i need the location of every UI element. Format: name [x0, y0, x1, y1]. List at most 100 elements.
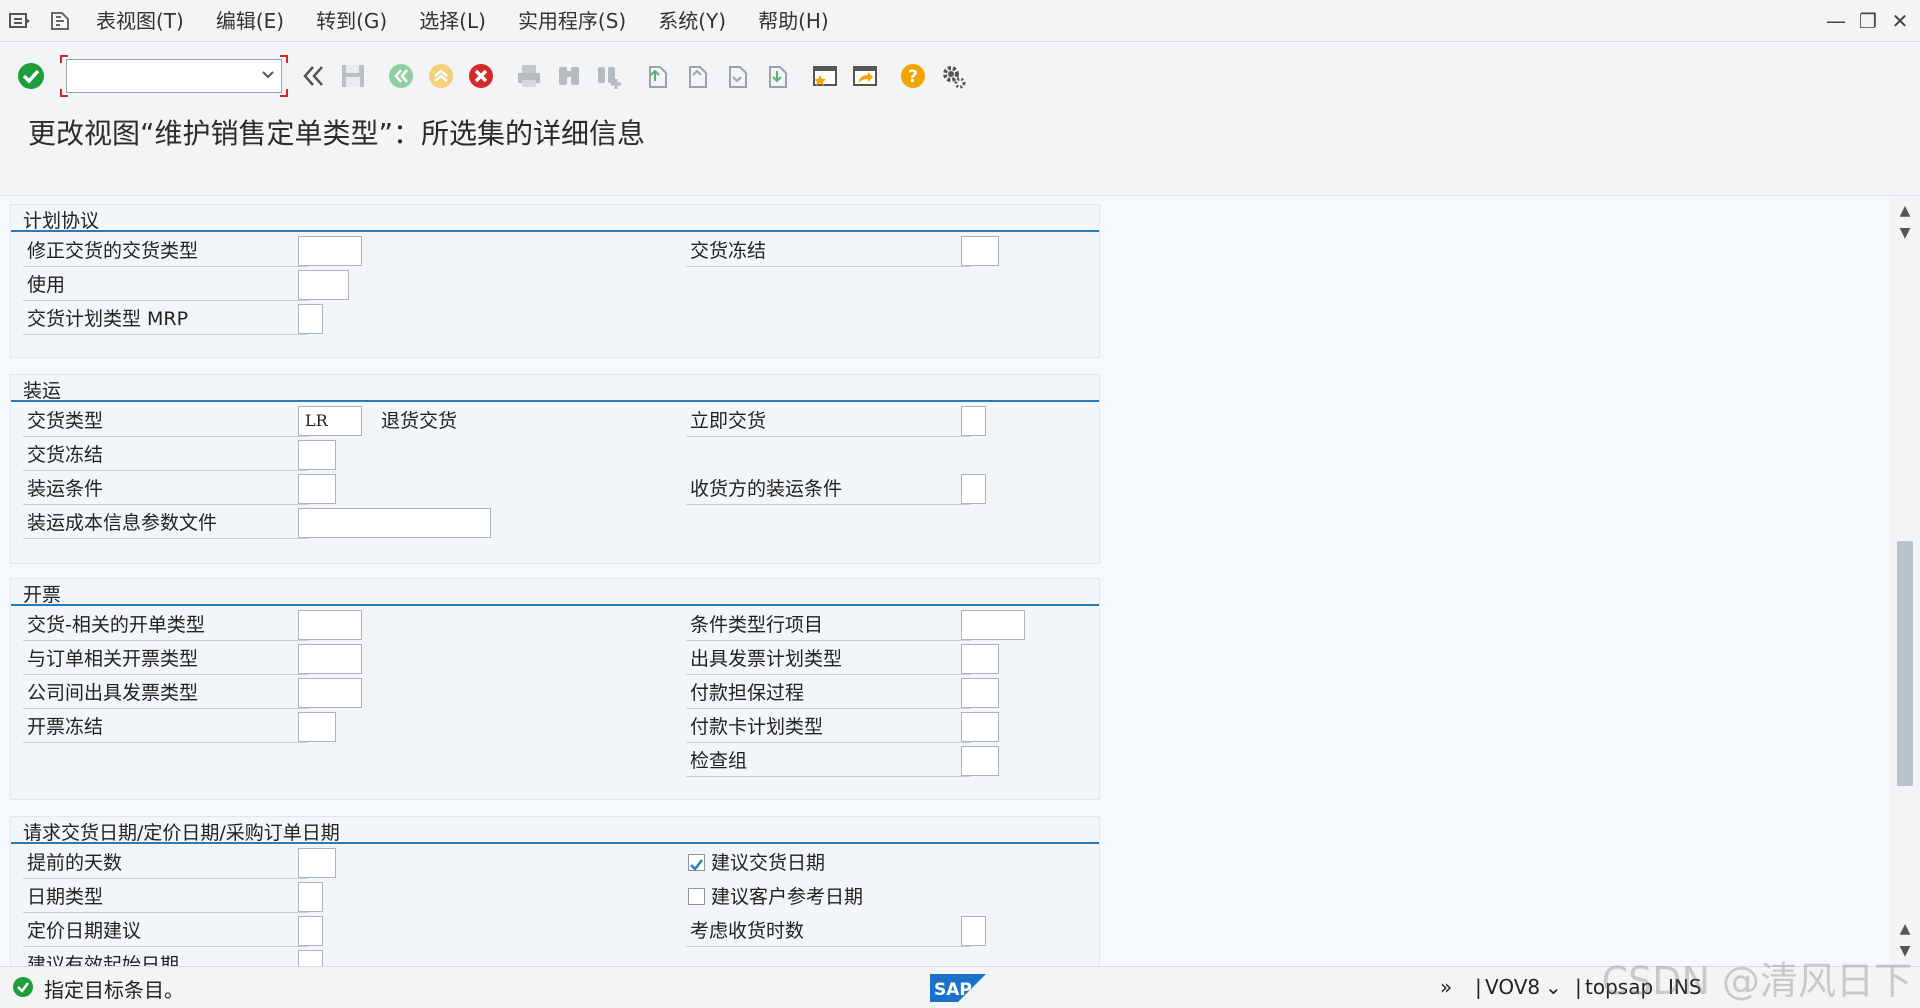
- menu-selection[interactable]: 选择(L): [403, 0, 502, 42]
- svg-text:SAP: SAP: [934, 980, 972, 1000]
- ship-to-shipping-conditions-input[interactable]: [961, 474, 986, 504]
- field-label: 交货类型: [23, 405, 308, 437]
- billing-block-input[interactable]: [298, 712, 336, 742]
- lead-time-days-input[interactable]: [298, 848, 336, 878]
- chevron-down-icon[interactable]: ⌄: [1545, 975, 1562, 999]
- settings-icon[interactable]: [934, 57, 972, 95]
- prev-page-icon[interactable]: [678, 57, 716, 95]
- back-icon[interactable]: [382, 57, 420, 95]
- shipping-cost-profile-input[interactable]: [298, 508, 491, 538]
- chevron-down-icon[interactable]: [260, 64, 276, 86]
- shipping-conditions-input[interactable]: [298, 474, 336, 504]
- sap-menu-icon[interactable]: [40, 0, 80, 42]
- minimize-icon[interactable]: —: [1824, 9, 1848, 33]
- transaction-code[interactable]: VOV8: [1485, 975, 1540, 999]
- intercompany-billing-type-input[interactable]: [298, 678, 362, 708]
- shortcut-icon[interactable]: [846, 57, 884, 95]
- menu-goto[interactable]: 转到(G): [300, 0, 403, 42]
- scroll-up-icon[interactable]: ▲: [1896, 202, 1914, 220]
- delivery-type-description: 退货交货: [381, 410, 458, 432]
- propose-delivery-date-checkbox[interactable]: [688, 854, 705, 871]
- field-label: 交货冻结: [686, 235, 971, 267]
- field-label: 与订单相关开票类型: [23, 643, 308, 675]
- form-row: 交货计划类型 MRP: [11, 303, 1101, 335]
- menu-system[interactable]: 系统(Y): [642, 0, 742, 42]
- propose-customer-ref-date-checkbox[interactable]: [688, 888, 705, 905]
- mrp-delivery-schedule-input[interactable]: [298, 304, 323, 334]
- page-title: 更改视图“维护销售定单类型”：所选集的详细信息: [28, 117, 646, 150]
- window-controls: — ❐ ✕: [1824, 0, 1912, 42]
- scroll-page-down-icon[interactable]: ▲: [1896, 920, 1914, 938]
- form-row: 交货-相关的开单类型 条件类型行项目: [11, 609, 1101, 641]
- order-billing-type-input[interactable]: [298, 644, 362, 674]
- watermark: CSDN @清风日下: [1601, 959, 1912, 1003]
- form-row: 检查组: [11, 745, 1101, 777]
- sap-logo-icon: SAP: [930, 974, 986, 1002]
- form-row: 使用: [11, 269, 1101, 301]
- delivery-type-input[interactable]: LR: [298, 406, 362, 436]
- next-page-icon[interactable]: [718, 57, 756, 95]
- field-label: 考虑收货时数: [686, 915, 971, 947]
- pricing-date-proposal-input[interactable]: [298, 916, 323, 946]
- group-title: 开票: [23, 584, 62, 606]
- checkmark-icon: [690, 859, 703, 871]
- field-label: 付款担保过程: [686, 677, 971, 709]
- help-icon[interactable]: ?: [894, 57, 932, 95]
- menu-table-view[interactable]: 表视图(T): [80, 0, 200, 42]
- immediate-delivery-input[interactable]: [961, 406, 986, 436]
- cancel-icon[interactable]: [462, 57, 500, 95]
- vertical-scrollbar[interactable]: ▲ ▼ ▲ ▼: [1890, 196, 1920, 966]
- expand-status-icon[interactable]: »: [1440, 975, 1452, 999]
- first-page-icon[interactable]: [638, 57, 676, 95]
- checking-group-input[interactable]: [961, 746, 999, 776]
- status-separator: |: [1575, 975, 1582, 999]
- field-label: 开票冻结: [23, 711, 308, 743]
- menu-bar: 表视图(T) 编辑(E) 转到(G) 选择(L) 实用程序(S) 系统(Y) 帮…: [0, 0, 1920, 42]
- consider-receiving-hours-input[interactable]: [961, 916, 986, 946]
- status-message: 指定目标条目。: [44, 978, 184, 1002]
- close-icon[interactable]: ✕: [1888, 9, 1912, 33]
- delivery-billing-type-input[interactable]: [298, 610, 362, 640]
- usage-input[interactable]: [298, 270, 349, 300]
- menu-help[interactable]: 帮助(H): [742, 0, 845, 42]
- scroll-thumb[interactable]: [1897, 541, 1913, 786]
- condition-type-line-items-input[interactable]: [961, 610, 1025, 640]
- menu-edit[interactable]: 编辑(E): [200, 0, 300, 42]
- command-field[interactable]: [66, 58, 282, 93]
- field-label: 交货冻结: [23, 439, 308, 471]
- find-next-icon[interactable]: [590, 57, 628, 95]
- delivery-block-input[interactable]: [298, 440, 336, 470]
- payment-guarantee-procedure-input[interactable]: [961, 678, 999, 708]
- field-label: 公司间出具发票类型: [23, 677, 308, 709]
- delivery-block-input[interactable]: [961, 236, 999, 266]
- billing-plan-type-input[interactable]: [961, 644, 999, 674]
- form-row: 与订单相关开票类型 出具发票计划类型: [11, 643, 1101, 675]
- check-icon[interactable]: [12, 57, 50, 95]
- group-billing: 开票 交货-相关的开单类型 条件类型行项目 与订单相关开票类型 出具发票计划类型…: [10, 578, 1100, 800]
- menu-icon[interactable]: [0, 0, 40, 42]
- scroll-page-up-icon[interactable]: ▼: [1896, 224, 1914, 242]
- print-icon[interactable]: [510, 57, 548, 95]
- application-toolbar: [0, 152, 1920, 196]
- status-separator: |: [1475, 975, 1482, 999]
- find-icon[interactable]: [550, 57, 588, 95]
- valid-from-date-proposal-input[interactable]: [298, 950, 323, 966]
- field-label: 付款卡计划类型: [686, 711, 971, 743]
- success-icon: [12, 976, 34, 1003]
- form-row: 装运成本信息参数文件: [11, 507, 1101, 539]
- save-icon[interactable]: [334, 57, 372, 95]
- menu-utilities[interactable]: 实用程序(S): [502, 0, 642, 42]
- command-field-wrapper: [60, 54, 288, 97]
- new-session-icon[interactable]: [806, 57, 844, 95]
- field-label: 出具发票计划类型: [686, 643, 971, 675]
- back-double-icon[interactable]: [294, 57, 332, 95]
- correction-delivery-type-input[interactable]: [298, 236, 362, 266]
- date-type-input[interactable]: [298, 882, 323, 912]
- last-page-icon[interactable]: [758, 57, 796, 95]
- payment-card-plan-type-input[interactable]: [961, 712, 999, 742]
- field-label: 定价日期建议: [23, 915, 308, 947]
- exit-icon[interactable]: [422, 57, 460, 95]
- field-label: 检查组: [686, 745, 971, 777]
- form-row: 公司间出具发票类型 付款担保过程: [11, 677, 1101, 709]
- restore-icon[interactable]: ❐: [1856, 9, 1880, 33]
